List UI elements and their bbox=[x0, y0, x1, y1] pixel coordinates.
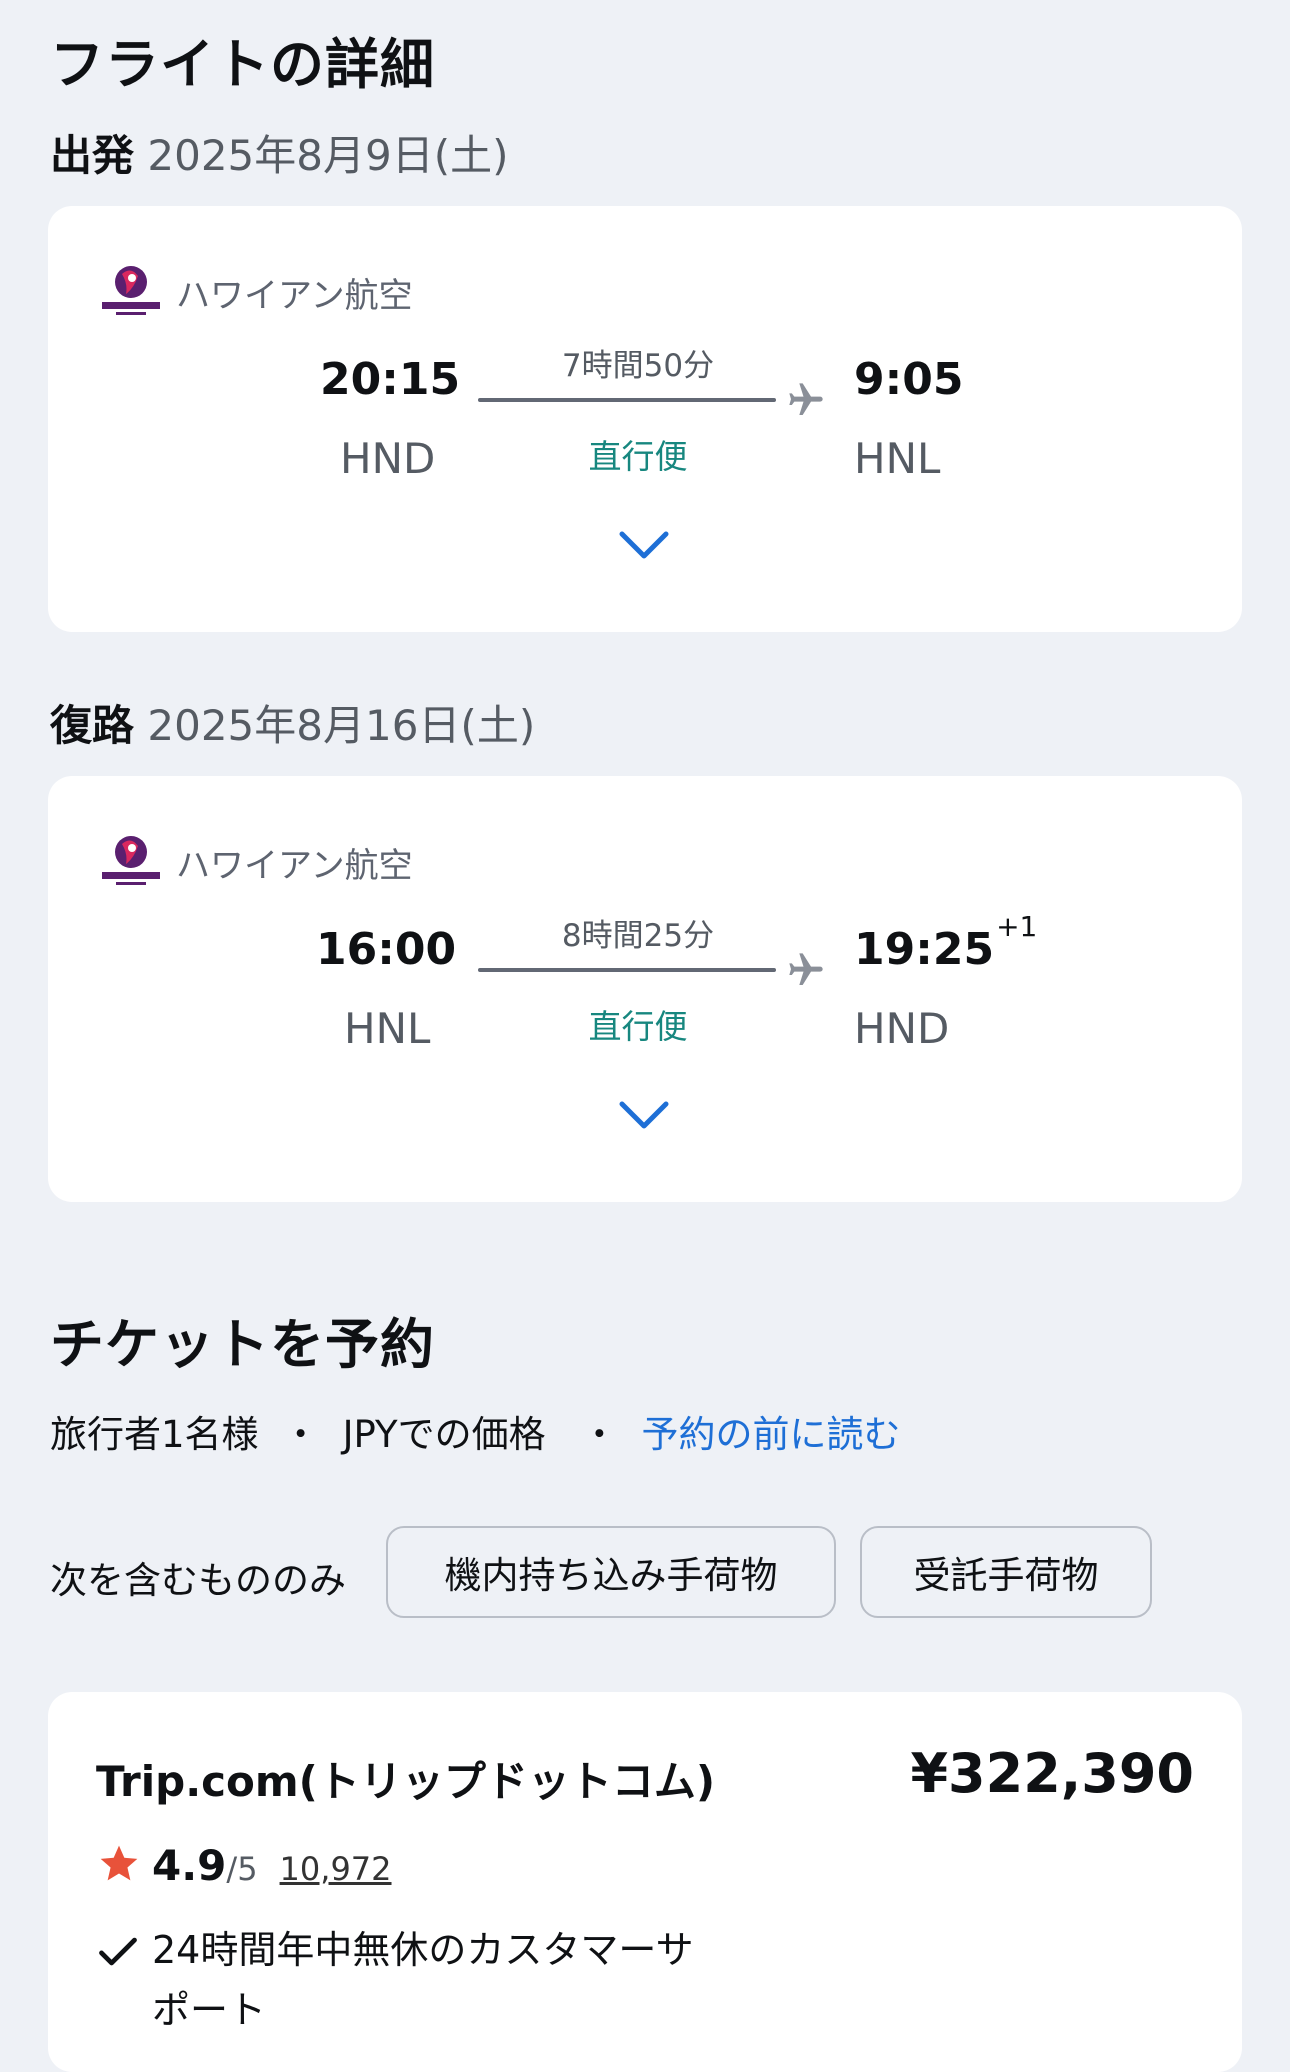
chevron-down-icon[interactable] bbox=[618, 528, 670, 562]
outbound-date: 2025年8月9日(土) bbox=[147, 131, 509, 180]
plane-icon bbox=[786, 950, 826, 990]
arrival-airport: HNL bbox=[854, 434, 941, 483]
travelers-text: 旅行者1名様 bbox=[50, 1413, 259, 1456]
route-line bbox=[478, 968, 776, 972]
read-before-booking-link[interactable]: 予約の前に読む bbox=[641, 1413, 900, 1456]
departure-time: 16:00 bbox=[316, 924, 457, 975]
rating-value: 4.9 bbox=[152, 1841, 227, 1890]
departure-time: 20:15 bbox=[320, 354, 461, 405]
return-flight-card[interactable]: ハワイアン航空 16:00 HNL 8時間25分 直行便 19:25+1 HND bbox=[48, 776, 1242, 1202]
checked-baggage-chip[interactable]: 受託手荷物 bbox=[860, 1526, 1152, 1618]
arrival-airport: HND bbox=[854, 1004, 950, 1053]
provider-name: Trip.com(トリップドットコム) bbox=[96, 1757, 716, 1806]
offer-card[interactable]: Trip.com(トリップドットコム) ¥322,390 4.9 /5 10,9… bbox=[48, 1692, 1242, 2072]
carry-on-baggage-chip[interactable]: 機内持ち込み手荷物 bbox=[386, 1526, 836, 1618]
plane-icon bbox=[786, 380, 826, 420]
arrival-time-value: 9:05 bbox=[854, 354, 964, 405]
flight-duration: 7時間50分 bbox=[561, 348, 715, 384]
feature-text-line: 24時間年中無休のカスタマーサ bbox=[152, 1928, 694, 1972]
airline-name: ハワイアン航空 bbox=[176, 845, 413, 886]
return-date: 2025年8月16日(土) bbox=[147, 701, 536, 750]
separator-dot: ・ bbox=[557, 1413, 630, 1456]
check-icon bbox=[96, 1930, 140, 1974]
rating-max: /5 bbox=[226, 1850, 258, 1888]
feature-item: 24時間年中無休のカスタマーサ ポート bbox=[96, 1920, 694, 2040]
departure-airport: HND bbox=[340, 434, 436, 483]
airline-name: ハワイアン航空 bbox=[176, 275, 413, 316]
chevron-down-icon[interactable] bbox=[618, 1098, 670, 1132]
arrival-time-value: 19:25 bbox=[854, 924, 995, 975]
separator-dot: ・ bbox=[270, 1413, 331, 1456]
offer-price: ¥322,390 bbox=[910, 1742, 1194, 1805]
feature-text-line: ポート bbox=[152, 1988, 267, 2032]
day-offset: +1 bbox=[996, 910, 1038, 943]
filter-label: 次を含むもののみ bbox=[50, 1559, 346, 1602]
arrival-time: 9:05 bbox=[854, 354, 963, 405]
booking-meta: 旅行者1名様 ・ JPYでの価格 ・ 予約の前に読む bbox=[50, 1404, 900, 1458]
feature-text: 24時間年中無休のカスタマーサ ポート bbox=[152, 1920, 694, 2040]
review-count-link[interactable]: 10,972 bbox=[280, 1850, 392, 1888]
rating-row: 4.9 /5 10,972 bbox=[96, 1836, 392, 1890]
direct-flight-label: 直行便 bbox=[588, 1007, 688, 1046]
booking-title: チケットを予約 bbox=[50, 1313, 435, 1376]
page-title: フライトの詳細 bbox=[50, 33, 435, 96]
outbound-flight-card[interactable]: ハワイアン航空 20:15 HND 7時間50分 直行便 9:05 HNL bbox=[48, 206, 1242, 632]
hawaiian-airlines-logo bbox=[98, 264, 164, 320]
departure-airport: HNL bbox=[344, 1004, 431, 1053]
arrival-time: 19:25+1 bbox=[854, 910, 1037, 975]
return-airline: ハワイアン航空 bbox=[98, 834, 413, 890]
star-icon bbox=[96, 1842, 142, 1886]
route-line bbox=[478, 398, 776, 402]
flight-duration: 8時間25分 bbox=[561, 918, 715, 954]
hawaiian-airlines-logo bbox=[98, 834, 164, 890]
outbound-airline: ハワイアン航空 bbox=[98, 264, 413, 320]
outbound-heading: 出発 2025年8月9日(土) bbox=[50, 122, 508, 183]
return-label: 復路 bbox=[50, 701, 135, 750]
outbound-label: 出発 bbox=[50, 131, 135, 180]
return-heading: 復路 2025年8月16日(土) bbox=[50, 692, 535, 753]
direct-flight-label: 直行便 bbox=[588, 437, 688, 476]
currency-note: JPYでの価格 bbox=[342, 1413, 546, 1456]
